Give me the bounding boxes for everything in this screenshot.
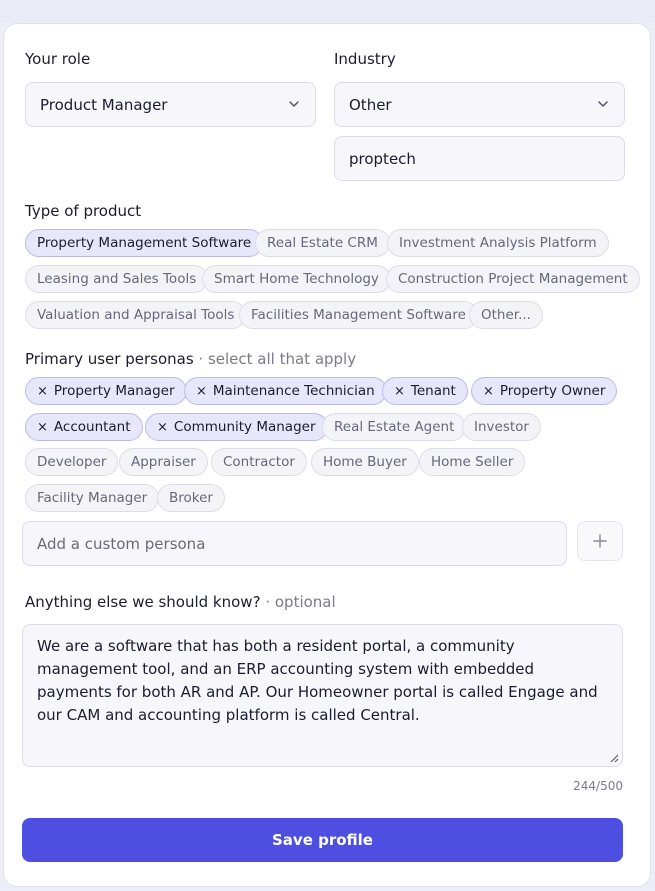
remove-icon[interactable]: × (483, 384, 494, 399)
product-chip[interactable]: Other... (469, 301, 543, 329)
notes-label: Anything else we should know? · optional (25, 593, 336, 611)
chevron-down-icon (598, 101, 608, 107)
persona-chip[interactable]: × Accountant (25, 413, 143, 441)
chip-label: Tenant (410, 383, 456, 399)
persona-chip[interactable]: Appraiser (119, 448, 208, 476)
persona-chip[interactable]: × Community Manager (145, 413, 328, 441)
product-chip[interactable]: Smart Home Technology (202, 265, 391, 293)
personas-title: Primary user personas (25, 350, 194, 368)
industry-custom-input[interactable]: proptech (334, 136, 625, 181)
product-chip[interactable]: Valuation and Appraisal Tools (25, 301, 247, 329)
chip-label: Home Buyer (323, 454, 407, 470)
persona-chip[interactable]: × Tenant (382, 377, 468, 405)
chip-label: Broker (169, 490, 213, 506)
chip-label: Other... (481, 307, 531, 323)
notes-text: We are a software that has both a reside… (37, 637, 598, 724)
role-value: Product Manager (40, 95, 168, 114)
persona-chip[interactable]: × Maintenance Technician (184, 377, 387, 405)
chip-label: Property Owner (499, 383, 606, 399)
persona-chip[interactable]: Real Estate Agent (322, 413, 467, 441)
chip-label: Developer (37, 454, 107, 470)
add-persona-button[interactable] (577, 521, 623, 561)
persona-chip[interactable]: Developer (25, 448, 119, 476)
remove-icon[interactable]: × (394, 384, 405, 399)
chip-label: Property Management Software (37, 235, 252, 251)
product-chip[interactable]: Construction Project Management (386, 265, 640, 293)
chip-label: Appraiser (131, 454, 196, 470)
persona-chip[interactable]: × Property Owner (471, 377, 618, 405)
product-chip[interactable]: Leasing and Sales Tools (25, 265, 209, 293)
remove-icon[interactable]: × (37, 384, 48, 399)
chip-label: Facilities Management Software (251, 307, 466, 323)
resize-handle-icon[interactable] (609, 753, 619, 763)
notes-hint: · optional (265, 593, 336, 611)
chip-label: Real Estate CRM (267, 235, 378, 251)
product-chip[interactable]: Real Estate CRM (255, 229, 390, 257)
industry-custom-value: proptech (349, 149, 416, 168)
role-label: Your role (25, 50, 91, 68)
personas-hint: · select all that apply (198, 350, 357, 368)
remove-icon[interactable]: × (37, 420, 48, 435)
chip-label: Home Seller (431, 454, 514, 470)
industry-label: Industry (334, 50, 396, 68)
notes-textarea[interactable]: We are a software that has both a reside… (22, 624, 623, 767)
chip-label: Accountant (53, 419, 131, 435)
persona-chip[interactable]: Investor (462, 413, 541, 441)
role-select[interactable]: Product Manager (25, 82, 316, 127)
chip-label: Construction Project Management (398, 271, 628, 287)
product-chip[interactable]: Property Management Software (25, 229, 264, 257)
chip-label: Smart Home Technology (214, 271, 379, 287)
plus-icon (593, 534, 607, 548)
chip-label: Investor (474, 419, 529, 435)
product-chip[interactable]: Facilities Management Software (239, 301, 478, 329)
industry-select[interactable]: Other (334, 82, 625, 127)
persona-chip[interactable]: Home Buyer (311, 448, 419, 476)
industry-value: Other (349, 95, 392, 114)
chip-label: Leasing and Sales Tools (37, 271, 197, 287)
chip-label: Valuation and Appraisal Tools (37, 307, 235, 323)
chip-label: Facility Manager (37, 490, 148, 506)
chip-label: Property Manager (53, 383, 175, 399)
char-counter: 244/500 (573, 779, 623, 793)
custom-persona-input[interactable]: Add a custom persona (22, 521, 567, 566)
chevron-down-icon (289, 101, 299, 107)
product-type-label: Type of product (25, 202, 142, 220)
custom-persona-placeholder: Add a custom persona (37, 534, 206, 553)
remove-icon[interactable]: × (157, 420, 168, 435)
product-chip[interactable]: Investment Analysis Platform (387, 229, 609, 257)
chip-label: Maintenance Technician (212, 383, 375, 399)
persona-chip[interactable]: Contractor (211, 448, 307, 476)
remove-icon[interactable]: × (196, 384, 207, 399)
personas-label: Primary user personas · select all that … (25, 350, 356, 368)
chip-label: Community Manager (173, 419, 316, 435)
top-strip (0, 0, 655, 22)
persona-chip[interactable]: Broker (157, 484, 225, 512)
chip-label: Real Estate Agent (334, 419, 455, 435)
save-profile-button[interactable]: Save profile (22, 818, 623, 862)
persona-chip[interactable]: × Property Manager (25, 377, 187, 405)
chip-label: Investment Analysis Platform (399, 235, 597, 251)
chip-label: Contractor (223, 454, 295, 470)
notes-title: Anything else we should know? (25, 593, 261, 611)
persona-chip[interactable]: Facility Manager (25, 484, 160, 512)
persona-chip[interactable]: Home Seller (419, 448, 526, 476)
